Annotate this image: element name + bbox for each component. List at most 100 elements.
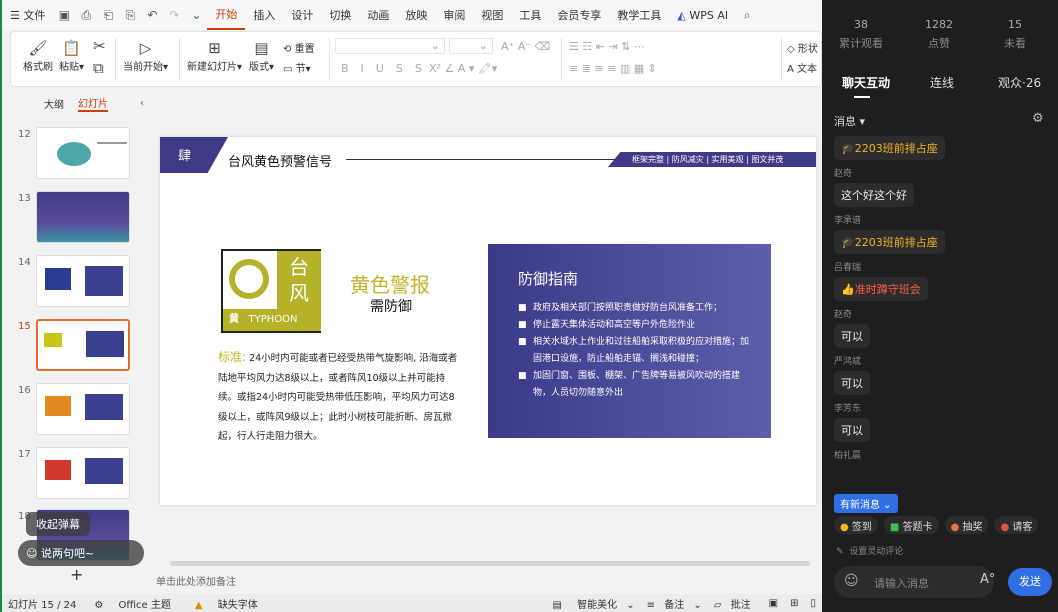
tab-transition[interactable]: 切换: [321, 7, 359, 23]
slide-thumb-12[interactable]: 12: [4, 127, 150, 185]
theme-button[interactable]: ⚙ Office 主题: [82, 596, 183, 611]
paste-button[interactable]: 📋 粘贴▾: [59, 38, 84, 73]
stat-value: 15: [1008, 18, 1022, 31]
live-comment-setting[interactable]: ✎ 设置灵动评论: [836, 544, 903, 557]
cut-icon[interactable]: ✂: [93, 36, 106, 56]
reading-view-icon[interactable]: ▯: [804, 598, 822, 609]
file-menu[interactable]: ☰ 文件: [2, 7, 53, 23]
tab-slides[interactable]: 幻灯片: [78, 95, 108, 112]
tab-home[interactable]: 开始: [207, 0, 246, 30]
align-icons[interactable]: ≡ ≣ ≡ ≡ ▥ ▦ ⇕: [569, 62, 657, 75]
stat-label: 未看: [1004, 37, 1026, 50]
wps-ai-label: WPS AI: [689, 8, 729, 22]
text-style-icon[interactable]: A°: [980, 572, 995, 587]
beautify-icon: ▤: [552, 599, 562, 611]
copy-icon[interactable]: ⧉: [93, 58, 104, 78]
settings-gear-icon[interactable]: ⚙: [1032, 111, 1044, 126]
paragraph-icons[interactable]: ☰ ☷ ⇤ ⇥ ⇅ ⋯: [569, 40, 645, 53]
reset-button[interactable]: ⟲ 重置: [283, 40, 315, 55]
font-size-select[interactable]: ⌄: [449, 38, 493, 54]
smart-beautify-button[interactable]: ▤ 智能美化 ⌄: [540, 596, 640, 611]
tab-audience[interactable]: 观众·26: [998, 74, 1041, 91]
guide-item: ■ 加固门窗、围板、棚架、广告牌等易被风吹动的搭建物，人员切勿随意外出: [518, 371, 741, 398]
reset-icon: ⟲: [283, 44, 292, 55]
tab-connect[interactable]: 连线: [930, 74, 954, 91]
guide-item-text: 政府及相关部门按照职责做好防台风准备工作；: [533, 303, 723, 313]
slide-number: 15: [18, 321, 31, 332]
slide-tags-bar: 框架完整 | 防风减灾 | 实用美观 | 图文并茂: [608, 152, 816, 167]
notes-area[interactable]: 单击此处添加备注: [152, 568, 822, 590]
lottery-button[interactable]: ● 抽奖: [944, 516, 989, 534]
answer-card-label: 答题卡: [902, 522, 933, 533]
chevron-left-icon[interactable]: ‹: [140, 98, 144, 109]
new-slide-button[interactable]: ⊞ 新建幻灯片▾: [187, 38, 242, 73]
message-bubble: 可以: [834, 324, 870, 348]
print-preview-icon[interactable]: ⎘: [119, 8, 141, 23]
tab-design[interactable]: 设计: [283, 7, 321, 23]
typhoon-chars: 台风: [277, 251, 321, 309]
save-icon[interactable]: ▣: [53, 8, 75, 22]
section-button[interactable]: ▭ 节▾: [283, 60, 311, 75]
collapse-danmaku-button[interactable]: 收起弹幕: [26, 512, 90, 536]
missing-font-button[interactable]: ▲ 缺失字体: [183, 596, 270, 611]
tab-view[interactable]: 视图: [473, 7, 511, 23]
answer-card-button[interactable]: ■ 答题卡: [883, 516, 939, 534]
layout-button[interactable]: ▤ 版式▾: [249, 38, 274, 73]
treat-button[interactable]: ● 请客: [994, 516, 1039, 534]
tab-outline[interactable]: 大纲: [44, 96, 64, 111]
export-icon[interactable]: ⎙: [75, 8, 97, 23]
shape-button[interactable]: ◇ 形状: [787, 40, 818, 55]
slide-thumb-17[interactable]: 17: [4, 447, 150, 505]
message-text: 2203班前排占座: [854, 142, 938, 155]
redo-icon[interactable]: ↷: [163, 8, 185, 22]
font-select[interactable]: ⌄: [335, 38, 445, 54]
message-filter[interactable]: 消息 ▾: [834, 113, 865, 129]
danmaku-input[interactable]: ☺ 说两句吧~: [18, 540, 144, 566]
sign-char-1: 台: [289, 255, 309, 279]
slide-thumb-14[interactable]: 14: [4, 255, 150, 313]
comment-button[interactable]: ▱ 批注: [708, 596, 763, 611]
sign-char-2: 风: [289, 281, 309, 305]
sorter-view-icon[interactable]: ⊞: [784, 598, 804, 609]
slide-thumb-13[interactable]: 13: [4, 191, 150, 249]
start-from-current-button[interactable]: ▷ 当前开始▾: [123, 38, 168, 73]
message-bubble: 👍准时蹲守班会: [834, 277, 928, 301]
guide-title: 防御指南: [518, 270, 579, 288]
tab-animation[interactable]: 动画: [359, 7, 397, 23]
shape-icon: ◇: [787, 44, 795, 55]
thumb-image: [36, 127, 130, 179]
send-button[interactable]: 发送: [1008, 568, 1052, 596]
format-painter-button[interactable]: 🖌 格式刷: [23, 38, 53, 73]
emoji-icon[interactable]: ☺: [844, 573, 859, 589]
tab-teaching[interactable]: 教学工具: [609, 7, 669, 23]
tab-insert[interactable]: 插入: [245, 7, 283, 23]
new-message-label: 有新消息: [840, 500, 880, 511]
start-from-label: 当前开始: [123, 62, 163, 73]
tab-member[interactable]: 会员专享: [549, 7, 609, 23]
slide-thumb-16[interactable]: 16: [4, 383, 150, 441]
undo-icon[interactable]: ↶: [141, 8, 163, 22]
horizontal-scrollbar[interactable]: [170, 561, 810, 566]
slide-number: 13: [18, 193, 31, 204]
text-style-icons[interactable]: BIUSS: [341, 62, 434, 75]
chevron-down-icon[interactable]: ⌄: [185, 8, 207, 22]
slide-thumb-15[interactable]: 15: [4, 319, 150, 377]
checkin-button[interactable]: ● 签到: [834, 516, 878, 534]
tab-review[interactable]: 审阅: [435, 7, 473, 23]
search-icon[interactable]: ⌕: [736, 8, 758, 23]
tab-tools[interactable]: 工具: [511, 7, 549, 23]
superscript-icon[interactable]: X² ∠ A ▾ 🖍▾: [429, 62, 497, 75]
tab-slideshow[interactable]: 放映: [397, 7, 435, 23]
print-icon[interactable]: ⎗: [97, 8, 119, 23]
tab-chat[interactable]: 聊天互动: [842, 74, 890, 91]
notes-button[interactable]: ≡ 备注 ⌄: [641, 596, 708, 611]
wps-ai-button[interactable]: ◭ WPS AI: [669, 9, 736, 22]
textbox-button[interactable]: A 文本: [787, 60, 817, 75]
slide-canvas[interactable]: 肆 台风黄色预警信号 框架完整 | 防风减灾 | 实用美观 | 图文并茂 台风 …: [160, 137, 816, 505]
message-input[interactable]: ☺ 请输入消息: [834, 566, 994, 598]
normal-view-icon[interactable]: ▣: [763, 598, 784, 609]
add-slide-button[interactable]: +: [70, 565, 83, 584]
new-message-button[interactable]: 有新消息 ⌄: [834, 494, 898, 513]
message-bubble: 🎓2203班前排占座: [834, 230, 945, 254]
font-grow-icon[interactable]: A⁺ A⁻ ⌫: [501, 40, 550, 53]
